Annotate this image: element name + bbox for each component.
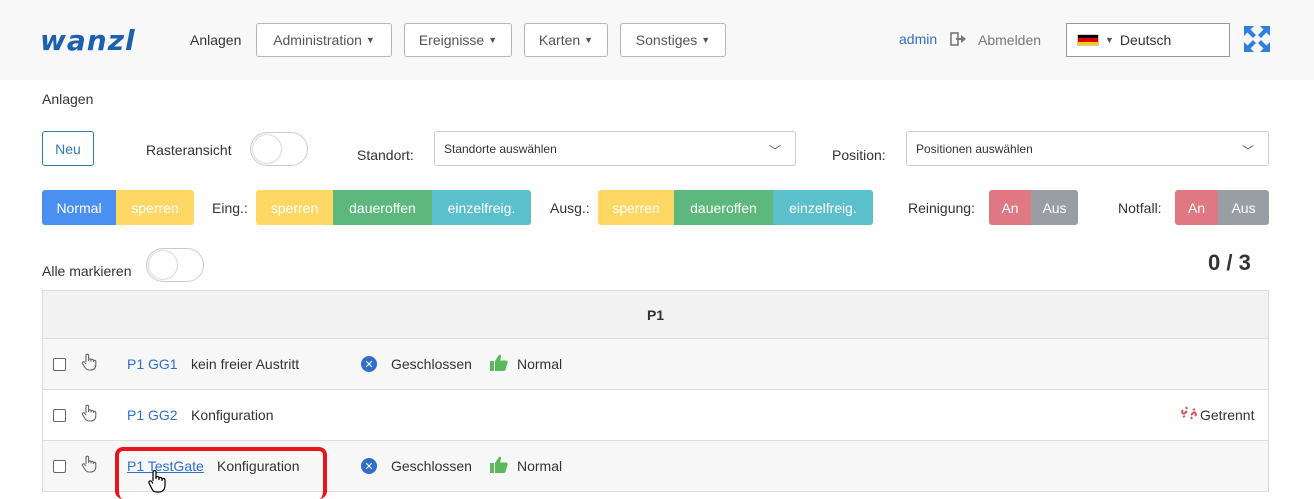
gate-status: Geschlossen xyxy=(391,458,472,474)
cleaning-label: Reinigung: xyxy=(908,200,975,216)
language-label: Deutsch xyxy=(1119,32,1172,48)
row-checkbox[interactable] xyxy=(53,460,66,473)
language-select[interactable]: ▼ Deutsch xyxy=(1066,23,1230,57)
grid-view-label: Rasteransicht xyxy=(146,142,232,158)
position-select[interactable]: Positionen auswählen ﹀ xyxy=(906,131,1269,166)
row-checkbox[interactable] xyxy=(53,358,66,371)
caret-down-icon: ▼ xyxy=(488,35,498,45)
karten-menu[interactable]: Karten ▼ xyxy=(524,23,608,57)
logout-icon[interactable] xyxy=(950,31,968,50)
exit-label: Ausg.: xyxy=(550,200,590,216)
caret-down-icon: ▼ xyxy=(584,35,594,45)
location-select[interactable]: Standorte auswählen ﹀ xyxy=(434,131,796,166)
connection-status: Getrennt xyxy=(1200,407,1255,423)
entry-label: Eing.: xyxy=(212,200,248,216)
location-select-placeholder: Standorte auswählen xyxy=(444,141,557,156)
thumbs-up-icon xyxy=(489,455,509,475)
ereignisse-menu[interactable]: Ereignisse ▼ xyxy=(404,23,512,57)
gate-mode: Normal xyxy=(517,356,563,372)
lock-button[interactable]: sperren xyxy=(116,190,194,225)
caret-down-icon: ▼ xyxy=(701,35,711,45)
administration-menu-label: Administration xyxy=(273,32,362,48)
caret-down-icon: ▼ xyxy=(1105,35,1114,45)
exit-permanent-open-button[interactable]: daueroffen xyxy=(674,190,773,225)
emergency-label: Notfall: xyxy=(1118,200,1162,216)
location-label: Standort: xyxy=(357,147,414,163)
table-row: P1 GG1 kein freier Austritt ✕ Geschlosse… xyxy=(43,339,1268,390)
sonstiges-menu-label: Sonstiges xyxy=(635,32,698,48)
cleaning-on-button[interactable]: An xyxy=(989,190,1031,225)
chevron-down-icon: ﹀ xyxy=(1241,144,1254,158)
normal-button[interactable]: Normal xyxy=(42,190,116,225)
hand-pointer-icon[interactable] xyxy=(81,353,97,376)
position-select-placeholder: Positionen auswählen xyxy=(916,141,1033,156)
row-checkbox[interactable] xyxy=(53,409,66,422)
entry-single-release-button[interactable]: einzelfreig. xyxy=(432,190,531,225)
hand-pointer-icon[interactable] xyxy=(81,455,97,478)
entry-lock-button[interactable]: sperren xyxy=(256,190,333,225)
gate-state: Konfiguration xyxy=(191,407,274,423)
gate-status: Geschlossen xyxy=(391,356,472,372)
closed-status-icon: ✕ xyxy=(361,356,377,372)
gate-mode: Normal xyxy=(517,458,563,474)
entry-permanent-open-button[interactable]: daueroffen xyxy=(333,190,432,225)
page-title: Anlagen xyxy=(42,91,94,107)
select-all-toggle[interactable] xyxy=(146,248,204,282)
new-button[interactable]: Neu xyxy=(42,131,94,166)
gate-link[interactable]: P1 GG1 xyxy=(127,356,178,372)
gate-link[interactable]: P1 GG2 xyxy=(127,407,178,423)
group-header: P1 xyxy=(43,291,1268,339)
fullscreen-icon[interactable] xyxy=(1242,24,1272,54)
german-flag-icon xyxy=(1077,34,1099,46)
table-row: P1 TestGate Konfiguration ✕ Geschlossen … xyxy=(43,441,1268,499)
emergency-on-button[interactable]: An xyxy=(1175,190,1218,225)
wanzl-logo[interactable]: wanzl xyxy=(40,24,136,57)
thumbs-up-icon xyxy=(489,353,509,373)
gate-state: Konfiguration xyxy=(217,458,300,474)
ereignisse-menu-label: Ereignisse xyxy=(418,32,485,48)
logout-link[interactable]: Abmelden xyxy=(978,32,1041,48)
top-navbar: wanzl Anlagen Administration ▼ Ereigniss… xyxy=(0,0,1314,80)
table-row: P1 GG2 Konfiguration Getrennt xyxy=(43,390,1268,441)
exit-single-release-button[interactable]: einzelfreig. xyxy=(773,190,873,225)
cleaning-off-button[interactable]: Aus xyxy=(1031,190,1078,225)
caret-down-icon: ▼ xyxy=(365,35,375,45)
karten-menu-label: Karten xyxy=(538,32,581,48)
hand-pointer-icon[interactable] xyxy=(81,404,97,427)
gate-state: kein freier Austritt xyxy=(191,356,300,372)
sonstiges-menu[interactable]: Sonstiges ▼ xyxy=(620,23,726,57)
mouse-hand-cursor-icon xyxy=(147,469,167,493)
select-all-label: Alle markieren xyxy=(42,263,132,279)
user-link[interactable]: admin xyxy=(899,31,937,47)
administration-menu[interactable]: Administration ▼ xyxy=(256,23,392,57)
grid-view-toggle[interactable] xyxy=(250,132,308,166)
chevron-down-icon: ﹀ xyxy=(768,144,781,158)
closed-status-icon: ✕ xyxy=(361,458,377,474)
nav-link-anlagen[interactable]: Anlagen xyxy=(190,32,241,48)
position-label: Position: xyxy=(832,147,886,163)
selection-counter: 0 / 3 xyxy=(1208,250,1251,275)
emergency-off-button[interactable]: Aus xyxy=(1218,190,1269,225)
exit-lock-button[interactable]: sperren xyxy=(598,190,674,225)
gates-table: P1 P1 GG1 kein freier Austritt ✕ Geschlo… xyxy=(42,290,1269,499)
disconnected-icon xyxy=(1181,406,1197,423)
